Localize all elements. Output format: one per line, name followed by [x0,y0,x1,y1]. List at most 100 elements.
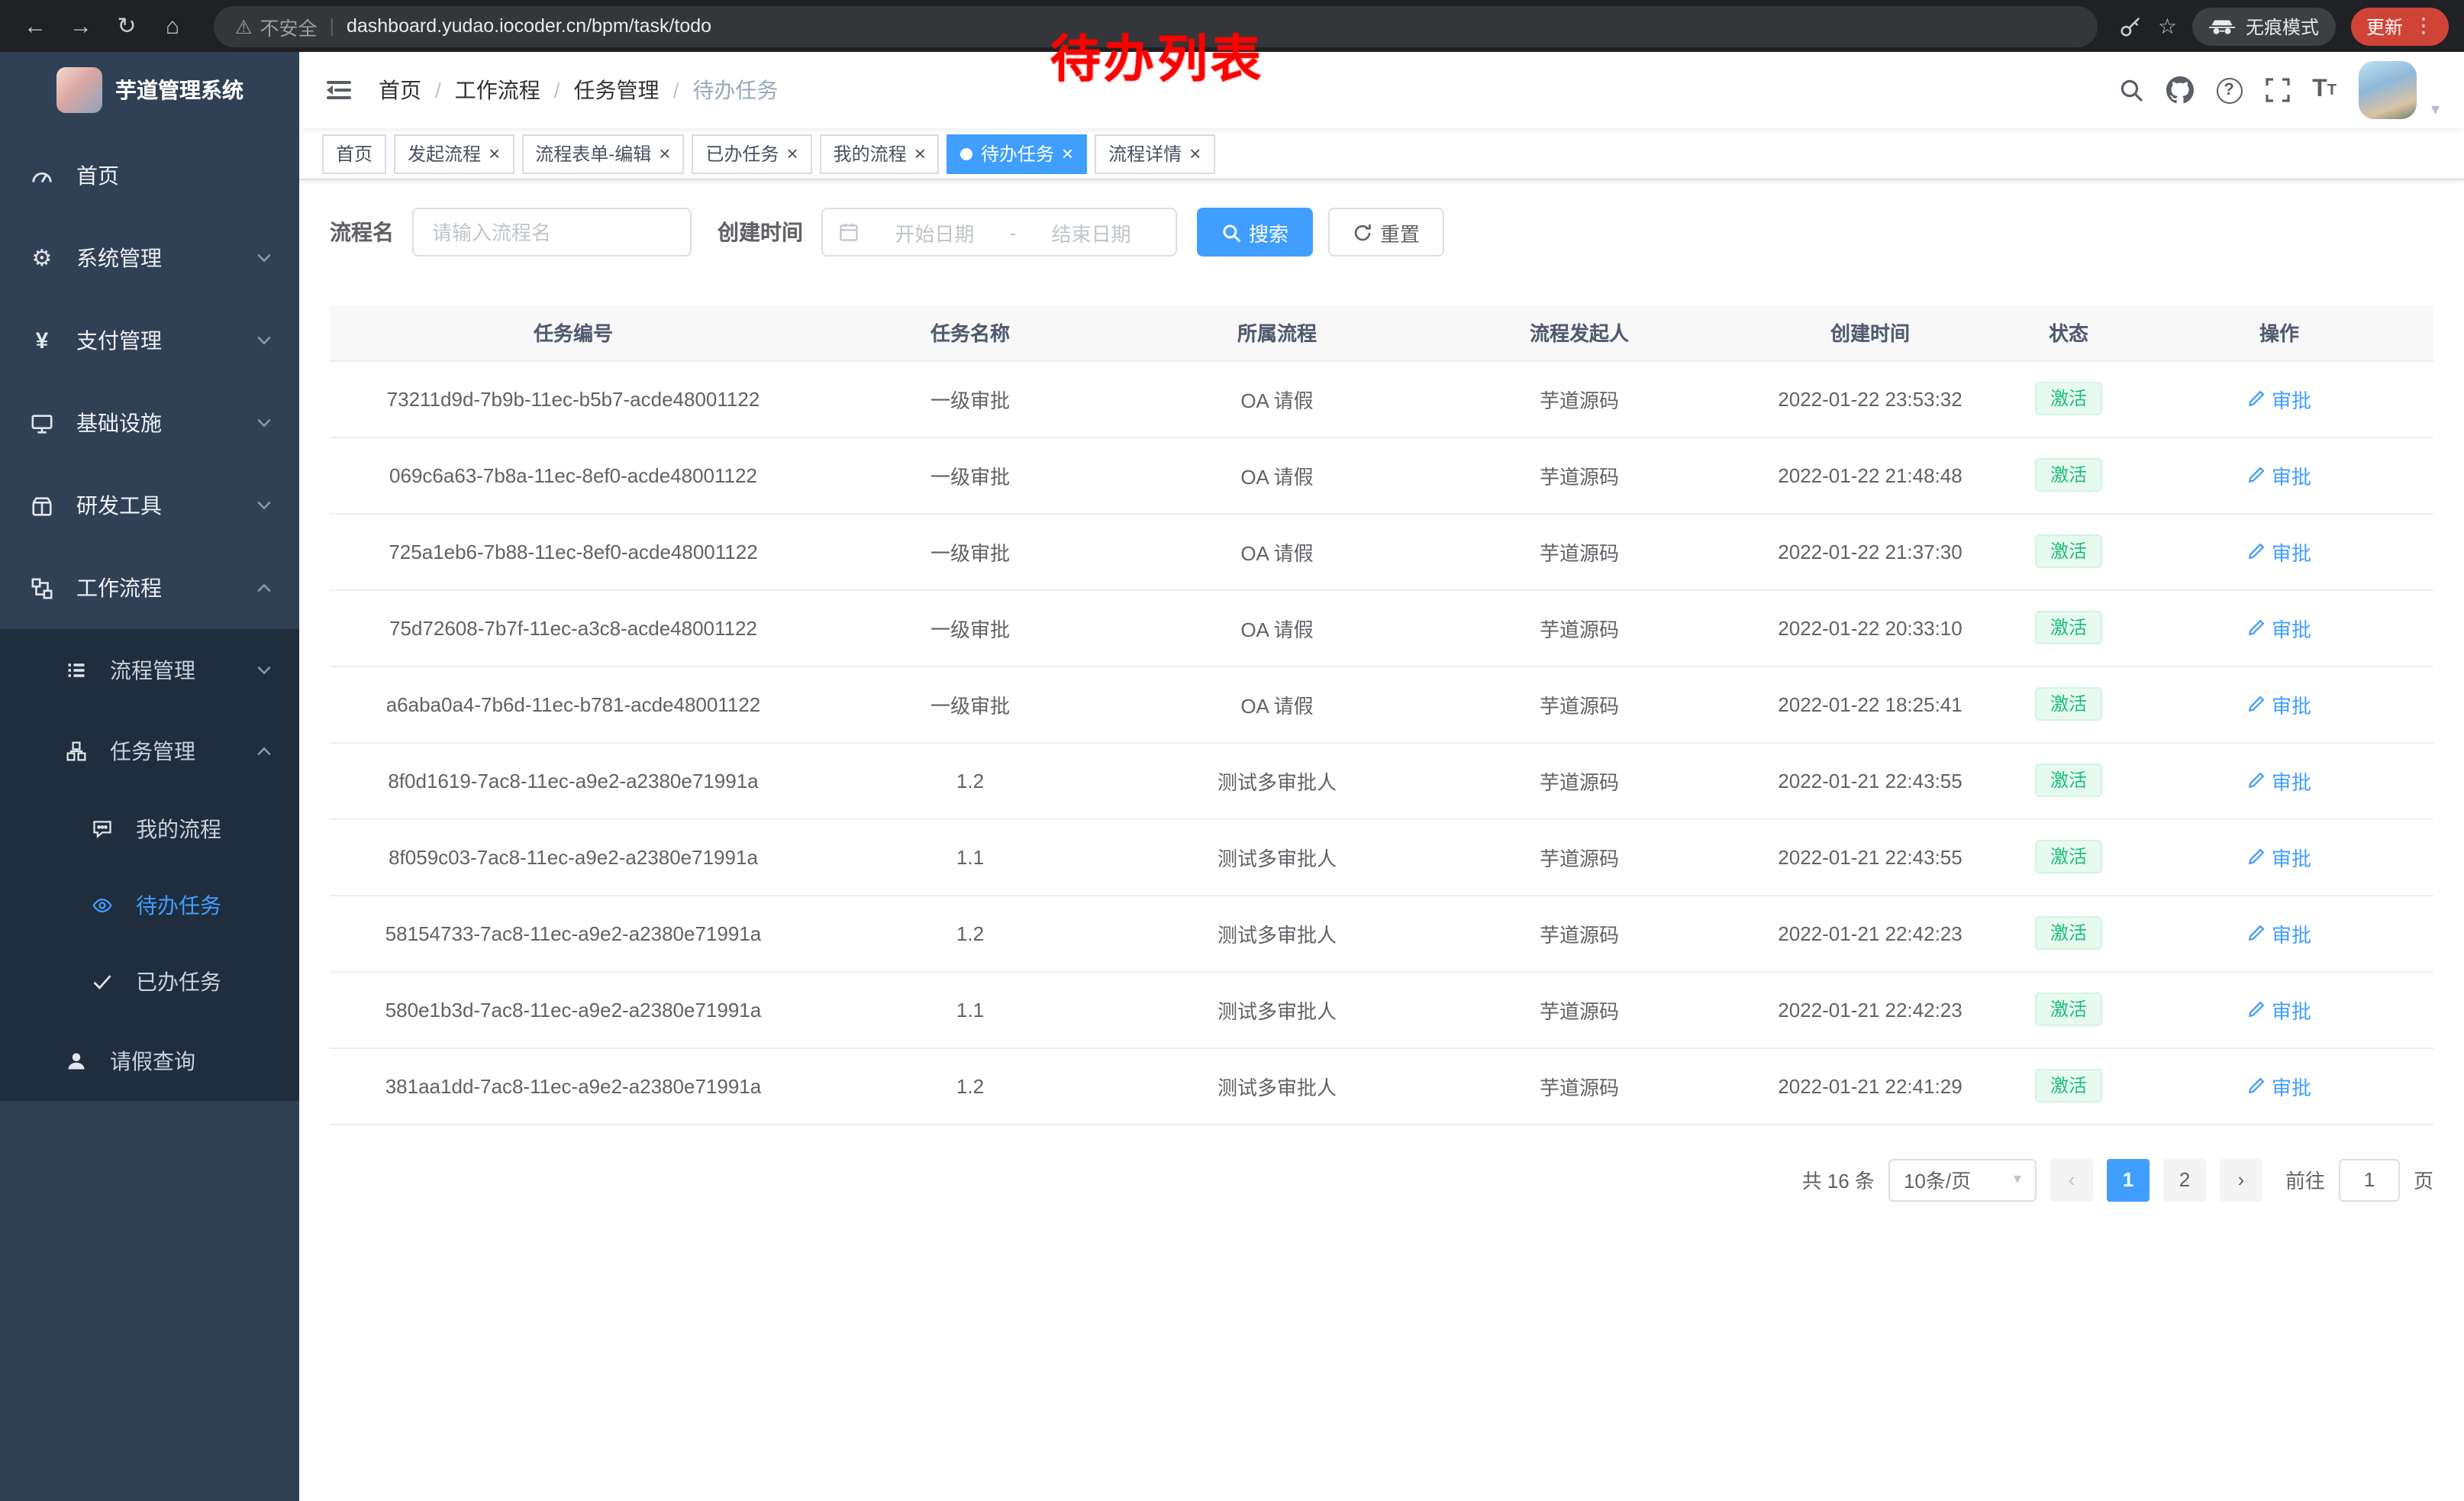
cell-created-time: 2022-01-21 22:43:55 [1728,818,2012,895]
cell-action: 审批 [2125,589,2433,666]
sidebar-item-my-process[interactable]: 我的流程 [0,791,299,867]
chevron-down-icon [256,250,272,266]
search-button[interactable]: 搜索 [1197,208,1313,257]
status-badge: 激活 [2035,840,2102,873]
tab-todo-task[interactable]: 待办任务× [947,134,1087,173]
close-icon[interactable]: × [1062,144,1073,163]
task-submenu: 我的流程 待办任务 已办任务 [0,791,299,1020]
back-icon[interactable]: ← [15,6,55,46]
breadcrumb-task-mgmt[interactable]: 任务管理 [574,75,660,105]
close-icon[interactable]: × [489,144,500,163]
search-icon [1221,222,1241,242]
search-icon[interactable] [2118,78,2143,102]
sidebar-item-infra[interactable]: 基础设施 [0,382,299,464]
cell-status: 激活 [2012,513,2125,589]
goto-label: 前往 [2285,1165,2325,1194]
sidebar-item-label: 系统管理 [76,243,162,273]
next-page-button[interactable]: › [2220,1158,2262,1201]
approve-link[interactable]: 审批 [2247,842,2311,871]
close-icon[interactable]: × [914,144,926,163]
avatar[interactable] [2359,61,2417,119]
update-button[interactable]: 更新 ⋮ [2351,7,2449,45]
page-button-2[interactable]: 2 [2163,1158,2206,1201]
key-icon[interactable] [2120,15,2143,37]
process-name-input[interactable] [412,208,692,257]
hamburger-icon[interactable] [324,75,354,105]
page-size-value: 10条/页 [1904,1165,1971,1194]
breadcrumb-workflow[interactable]: 工作流程 [455,75,540,105]
cell-process: 测试多审批人 [1124,1047,1430,1124]
sidebar-item-todo-task[interactable]: 待办任务 [0,867,299,944]
approve-link[interactable]: 审批 [2247,766,2311,795]
sidebar-item-devtools[interactable]: 研发工具 [0,464,299,547]
not-secure-chip[interactable]: ⚠ 不安全 [235,11,317,40]
close-icon[interactable]: × [659,144,670,163]
sidebar-item-workflow[interactable]: 工作流程 [0,547,299,629]
cell-action: 审批 [2125,360,2433,437]
help-icon[interactable]: ? [2216,77,2242,103]
sidebar-item-label: 工作流程 [76,573,162,603]
cell-process: 测试多审批人 [1124,895,1430,971]
cell-created-time: 2022-01-22 21:48:48 [1728,437,2012,513]
page-size-select[interactable]: 10条/页 ▾ [1888,1158,2037,1201]
approve-link[interactable]: 审批 [2247,537,2311,566]
sidebar-item-leave-query[interactable]: 请假查询 [0,1020,299,1101]
fullscreen-icon[interactable] [2265,78,2289,102]
browser-menu-icon[interactable]: ⋮ [2414,14,2433,38]
close-icon[interactable]: × [786,144,798,163]
sidebar-item-process-mgmt[interactable]: 流程管理 [0,629,299,710]
cell-status: 激活 [2012,742,2125,818]
bookmark-star-icon[interactable]: ☆ [2158,13,2177,39]
cell-action: 审批 [2125,895,2433,971]
status-badge: 激活 [2035,763,2102,797]
app-logo[interactable]: 芋道管理系统 [0,52,299,128]
goto-page-input[interactable] [2339,1158,2400,1201]
font-size-icon[interactable]: TT [2312,76,2337,104]
approve-link[interactable]: 审批 [2247,918,2311,947]
page-button-1[interactable]: 1 [2107,1158,2150,1201]
status-badge: 激活 [2035,458,2102,492]
tab-my-process[interactable]: 我的流程× [820,134,940,173]
cell-task-id: 580e1b3d-7ac8-11ec-a9e2-a2380e71991a [330,971,817,1047]
reload-icon[interactable]: ↻ [107,6,147,46]
chevron-down-icon [256,662,272,677]
calendar-icon [838,221,859,243]
table-row: 8f0d1619-7ac8-11ec-a9e2-a2380e71991a 1.2… [330,742,2433,818]
date-range-picker[interactable]: 开始日期 - 结束日期 [821,208,1177,257]
sidebar-item-label: 请假查询 [110,1045,195,1076]
cell-starter: 芋道源码 [1430,437,1728,513]
approve-link[interactable]: 审批 [2247,995,2311,1024]
sidebar-item-task-mgmt[interactable]: 任务管理 [0,710,299,791]
sidebar-item-done-task[interactable]: 已办任务 [0,944,299,1020]
tab-process-detail[interactable]: 流程详情× [1095,134,1214,173]
forward-icon[interactable]: → [61,6,101,46]
sidebar-item-payment[interactable]: ¥ 支付管理 [0,299,299,382]
tab-done-task[interactable]: 已办任务× [692,134,811,173]
sidebar-item-home[interactable]: 首页 [0,134,299,217]
approve-link[interactable]: 审批 [2247,460,2311,489]
chevron-up-icon [256,580,272,596]
approve-link[interactable]: 审批 [2247,384,2311,413]
close-icon[interactable]: × [1189,144,1201,163]
approve-link[interactable]: 审批 [2247,1071,2311,1100]
workflow-icon [27,576,56,599]
caret-down-icon[interactable]: ▾ [2431,99,2440,119]
github-icon[interactable] [2166,76,2193,104]
reset-button[interactable]: 重置 [1328,208,1444,257]
sidebar-item-system[interactable]: ⚙ 系统管理 [0,217,299,299]
edit-icon [2247,847,2266,866]
check-icon [87,971,116,993]
tab-process-form-edit[interactable]: 流程表单-编辑× [521,134,684,173]
cell-task-id: 75d72608-7b7f-11ec-a3c8-acde48001122 [330,589,817,666]
prev-page-button[interactable]: ‹ [2050,1158,2093,1201]
cell-starter: 芋道源码 [1430,818,1728,895]
approve-link[interactable]: 审批 [2247,689,2311,718]
page-content: 流程名 创建时间 开始日期 - 结束日期 [299,180,2464,1501]
approve-link[interactable]: 审批 [2247,613,2311,642]
app-title: 芋道管理系统 [115,75,243,105]
breadcrumb-home[interactable]: 首页 [379,75,421,105]
task-table: 任务编号 任务名称 所属流程 流程发起人 创建时间 状态 操作 [330,305,2433,1125]
tab-home[interactable]: 首页 [322,134,386,173]
tab-start-process[interactable]: 发起流程× [394,134,514,173]
home-icon[interactable]: ⌂ [153,6,192,46]
